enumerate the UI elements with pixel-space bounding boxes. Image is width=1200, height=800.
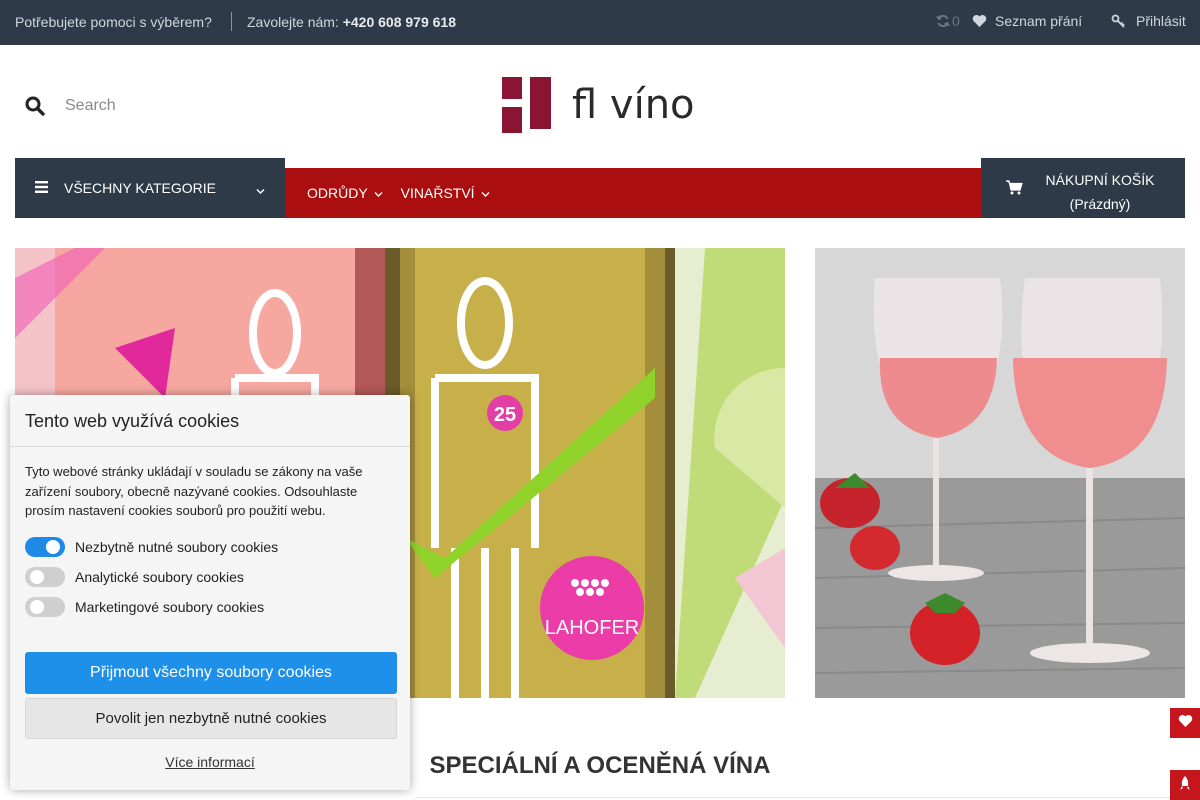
cookie-dialog-divider — [10, 446, 410, 447]
menu-icon — [35, 180, 48, 196]
compare-count: 0 — [952, 13, 960, 29]
call-label: Zavolejte nám: — [247, 14, 339, 30]
accept-necessary-cookies-button[interactable]: Povolit jen nezbytně nutné cookies — [25, 698, 397, 739]
chevron-down-icon — [374, 185, 383, 201]
logo-text: fl víno — [572, 82, 695, 128]
cookie-consent-dialog: Tento web využívá cookies Tyto webové st… — [10, 395, 410, 790]
search-input[interactable] — [55, 88, 355, 124]
wishlist-label: Seznam přání — [995, 13, 1083, 29]
promo-banner-rose[interactable] — [815, 248, 1185, 698]
chevron-down-icon — [256, 182, 265, 198]
cookie-toggle-analytics[interactable]: Analytické soubory cookies — [25, 567, 244, 587]
cart-title: NÁKUPNÍ KOŠÍK — [1045, 172, 1155, 188]
cart-button[interactable]: NÁKUPNÍ KOŠÍK (Prázdný) — [981, 158, 1185, 218]
wishlist-link[interactable]: Seznam přání — [972, 13, 1082, 29]
accept-all-cookies-button[interactable]: Přijmout všechny soubory cookies — [25, 652, 397, 694]
login-label: Přihlásit — [1136, 13, 1186, 29]
cookie-toggle-marketing[interactable]: Marketingové soubory cookies — [25, 597, 264, 617]
cookie-toggle-label: Marketingové soubory cookies — [75, 599, 265, 615]
cart-icon — [1006, 180, 1023, 198]
section-divider — [415, 797, 1185, 798]
site-logo[interactable]: fl víno — [502, 77, 695, 133]
rose-wine-image — [815, 248, 1185, 698]
wishlist-side-button[interactable] — [1170, 708, 1200, 738]
logo-mark — [502, 77, 552, 133]
nav-item-odrudy[interactable]: ODRŮDY — [307, 185, 383, 201]
call-us: Zavolejte nám: +420 608 979 618 — [247, 14, 456, 30]
nav-item-vinarstvi[interactable]: VINAŘSTVÍ — [401, 185, 490, 201]
refresh-icon — [936, 14, 950, 28]
toggle-switch[interactable] — [25, 597, 65, 617]
key-icon — [1111, 14, 1126, 29]
top-bar: Potřebujete pomoci s výběrem? Zavolejte … — [0, 0, 1200, 45]
banner-badge-number: 25 — [494, 404, 516, 426]
login-link[interactable]: Přihlásit — [1111, 13, 1186, 29]
more-info-link[interactable]: Více informací — [10, 754, 410, 770]
main-nav: ODRŮDY VINAŘSTVÍ — [285, 168, 981, 218]
heart-icon — [972, 14, 987, 28]
all-categories-label: VŠECHNY KATEGORIE — [64, 180, 216, 196]
top-bar-divider — [231, 12, 232, 31]
cookie-toggle-label: Nezbytně nutné soubory cookies — [75, 539, 279, 555]
rocket-icon — [1180, 775, 1190, 796]
banner-winery-label: LAHOFER — [545, 617, 639, 639]
heart-icon — [1178, 714, 1193, 733]
help-text: Potřebujete pomoci s výběrem? — [15, 14, 212, 30]
scroll-top-button[interactable] — [1170, 770, 1200, 800]
all-categories-button[interactable]: VŠECHNY KATEGORIE — [15, 158, 285, 218]
toggle-switch[interactable] — [25, 537, 65, 557]
phone-number[interactable]: +420 608 979 618 — [343, 14, 456, 30]
nav-item-label: ODRŮDY — [307, 185, 368, 201]
chevron-down-icon — [481, 185, 490, 201]
cookie-dialog-text: Tyto webové stránky ukládají v souladu s… — [25, 464, 363, 518]
cookie-toggle-label: Analytické soubory cookies — [75, 569, 244, 585]
cookie-toggle-necessary[interactable]: Nezbytně nutné soubory cookies — [25, 537, 278, 557]
cart-status: (Prázdný) — [1069, 196, 1131, 212]
search-icon[interactable] — [25, 96, 45, 121]
cookie-dialog-title: Tento web využívá cookies — [25, 411, 240, 431]
nav-item-label: VINAŘSTVÍ — [400, 185, 475, 201]
toggle-switch[interactable] — [25, 567, 65, 587]
compare-link[interactable]: 0 — [936, 13, 960, 29]
